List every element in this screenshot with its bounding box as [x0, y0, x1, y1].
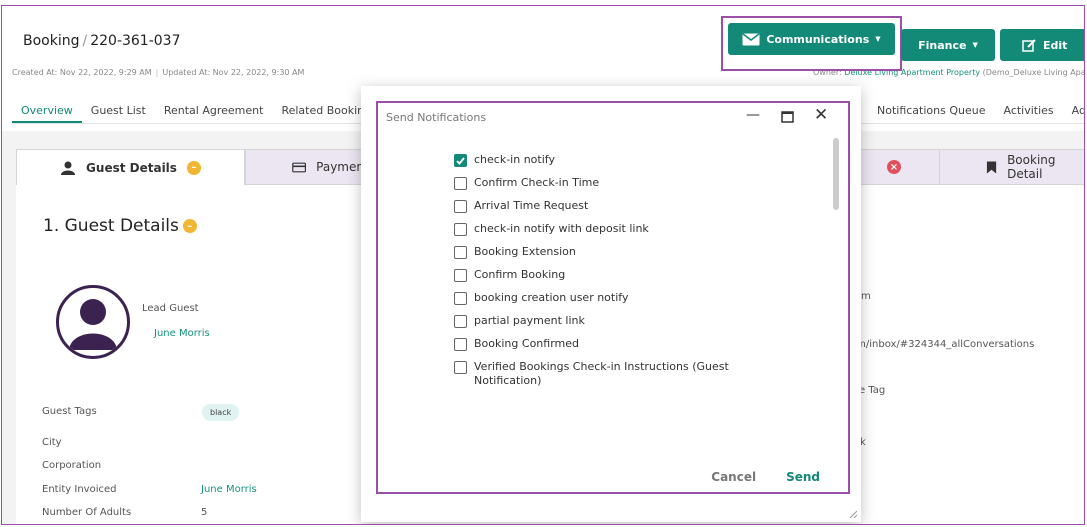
section-tab-booking-details[interactable]: Booking Detail — [939, 149, 1084, 185]
section-tab-status[interactable]: × — [848, 149, 940, 185]
edit-icon — [1022, 38, 1036, 52]
tab-notifications-queue[interactable]: Notifications Queue — [868, 98, 994, 123]
checkbox-icon[interactable] — [454, 223, 467, 236]
checkbox-icon[interactable] — [454, 292, 467, 305]
checkbox-icon[interactable] — [454, 177, 467, 190]
breadcrumb-root[interactable]: Booking — [23, 33, 80, 49]
notification-option-label: Booking Extension — [474, 245, 576, 258]
notification-option[interactable]: Arrival Time Request — [454, 199, 754, 222]
cancel-button[interactable]: Cancel — [711, 470, 756, 484]
adults-value: 5 — [201, 507, 208, 518]
notification-option-label: partial payment link — [474, 314, 585, 327]
guest-tags-label: Guest Tags — [42, 406, 97, 417]
corporation-label: Corporation — [42, 460, 102, 471]
credit-card-icon — [292, 162, 306, 172]
lead-guest-name-link[interactable]: June Morris — [154, 328, 210, 339]
right-fragment-m: m — [861, 291, 871, 302]
caret-down-icon: ▼ — [972, 41, 978, 49]
warning-dot-icon: – — [186, 160, 201, 175]
dialog-title: Send Notifications — [386, 111, 487, 124]
envelope-icon — [742, 32, 760, 45]
finance-label: Finance — [918, 38, 967, 52]
checkbox-icon[interactable] — [454, 200, 467, 213]
booking-tabs-right: Notifications Queue Activities Additiona — [868, 98, 1084, 123]
checkbox-icon[interactable] — [454, 361, 467, 374]
notification-options: check-in notify Confirm Check-in Time Arri… — [454, 153, 754, 400]
notification-option-label: booking creation user notify — [474, 291, 629, 304]
page-title: Booking/220-361-037 — [23, 33, 181, 49]
timestamps: Created At: Nov 22, 2022, 9:29 AM | Update… — [12, 68, 305, 77]
checkbox-icon[interactable] — [454, 315, 467, 328]
user-icon — [61, 161, 76, 175]
maximize-icon[interactable] — [781, 111, 794, 123]
notification-option[interactable]: Confirm Check-in Time — [454, 176, 754, 199]
tab-activities[interactable]: Activities — [994, 98, 1062, 123]
caret-down-icon: ▼ — [875, 35, 881, 43]
tab-rental-agreement[interactable]: Rental Agreement — [155, 98, 273, 123]
owner-extra: (Demo_Deluxe Living Apart — [982, 68, 1085, 77]
guest-details-heading-text: 1. Guest Details — [43, 216, 179, 236]
right-fragment-tag: e Tag — [859, 385, 886, 396]
notification-option-label: Confirm Check-in Time — [474, 176, 600, 189]
send-notifications-dialog: Send Notifications — ✕ check-in notify Co… — [376, 101, 850, 494]
inbox-link[interactable]: om/inbox/#324344_allConversations — [850, 339, 1034, 350]
notification-option[interactable]: partial payment link — [454, 314, 754, 337]
booking-tabs: Overview Guest List Rental Agreement Rel… — [12, 98, 418, 123]
edit-label: Edit — [1043, 38, 1068, 52]
dialog-actions: Cancel Send — [711, 470, 820, 484]
section-tab-guest-label: Guest Details — [86, 160, 177, 175]
avatar — [56, 285, 130, 359]
created-at: Created At: Nov 22, 2022, 9:29 AM — [12, 68, 152, 77]
close-icon[interactable]: ✕ — [814, 105, 828, 125]
notification-option-label: check-in notify with deposit link — [474, 222, 649, 235]
warning-dot-icon: – — [182, 219, 197, 233]
notification-option[interactable]: Verified Bookings Check-in Instructions … — [454, 360, 754, 400]
minimize-icon[interactable]: — — [746, 107, 760, 123]
guest-details-heading: 1. Guest Details – — [43, 216, 197, 236]
notification-option-label: Verified Bookings Check-in Instructions … — [474, 360, 729, 387]
notification-option-label: Arrival Time Request — [474, 199, 589, 212]
tab-overview[interactable]: Overview — [12, 98, 82, 123]
section-tab-payment-label: Paymen — [316, 160, 364, 174]
city-label: City — [42, 437, 62, 448]
section-tab-payment[interactable]: Paymen — [245, 149, 365, 185]
guest-tag-chip[interactable]: black — [202, 404, 240, 421]
updated-at: Updated At: Nov 22, 2022, 9:30 AM — [162, 68, 305, 77]
scrollbar[interactable] — [833, 138, 839, 210]
notification-option[interactable]: Booking Confirmed — [454, 337, 754, 360]
edit-button[interactable]: Edit — [1000, 29, 1084, 61]
notification-option-label: Booking Confirmed — [474, 337, 579, 350]
checkbox-checked-icon[interactable] — [454, 154, 467, 167]
bookmark-icon — [986, 160, 997, 174]
notification-option[interactable]: check-in notify with deposit link — [454, 222, 754, 245]
send-button[interactable]: Send — [786, 470, 820, 484]
checkbox-icon[interactable] — [454, 338, 467, 351]
tab-additional[interactable]: Additiona — [1063, 98, 1084, 123]
error-dot-icon: × — [887, 160, 901, 174]
notification-option-label: check-in notify — [474, 153, 555, 166]
tab-guest-list[interactable]: Guest List — [82, 98, 155, 123]
section-tab-guest-details[interactable]: Guest Details – — [16, 149, 245, 185]
checkbox-icon[interactable] — [454, 246, 467, 259]
entity-invoiced-label: Entity Invoiced — [42, 484, 117, 495]
notification-option[interactable]: check-in notify — [454, 153, 754, 176]
notification-option[interactable]: Booking Extension — [454, 245, 754, 268]
finance-button[interactable]: Finance ▼ — [901, 29, 995, 61]
checkbox-icon[interactable] — [454, 269, 467, 282]
communications-button[interactable]: Communications ▼ — [728, 23, 895, 55]
notification-option-label: Confirm Booking — [474, 268, 566, 281]
communications-label: Communications — [766, 32, 870, 46]
notification-option[interactable]: booking creation user notify — [454, 291, 754, 314]
section-tab-booking-label: Booking Detail — [1007, 153, 1056, 181]
lead-guest-label: Lead Guest — [142, 303, 199, 314]
adults-label: Number Of Adults — [42, 507, 132, 518]
resize-grip-icon[interactable] — [849, 510, 857, 518]
booking-id: 220-361-037 — [90, 33, 181, 49]
page-frame: Booking/220-361-037 Created At: Nov 22, … — [1, 5, 1085, 525]
notification-option[interactable]: Confirm Booking — [454, 268, 754, 291]
avatar-placeholder-icon — [69, 299, 117, 350]
entity-invoiced-link[interactable]: June Morris — [201, 484, 257, 495]
